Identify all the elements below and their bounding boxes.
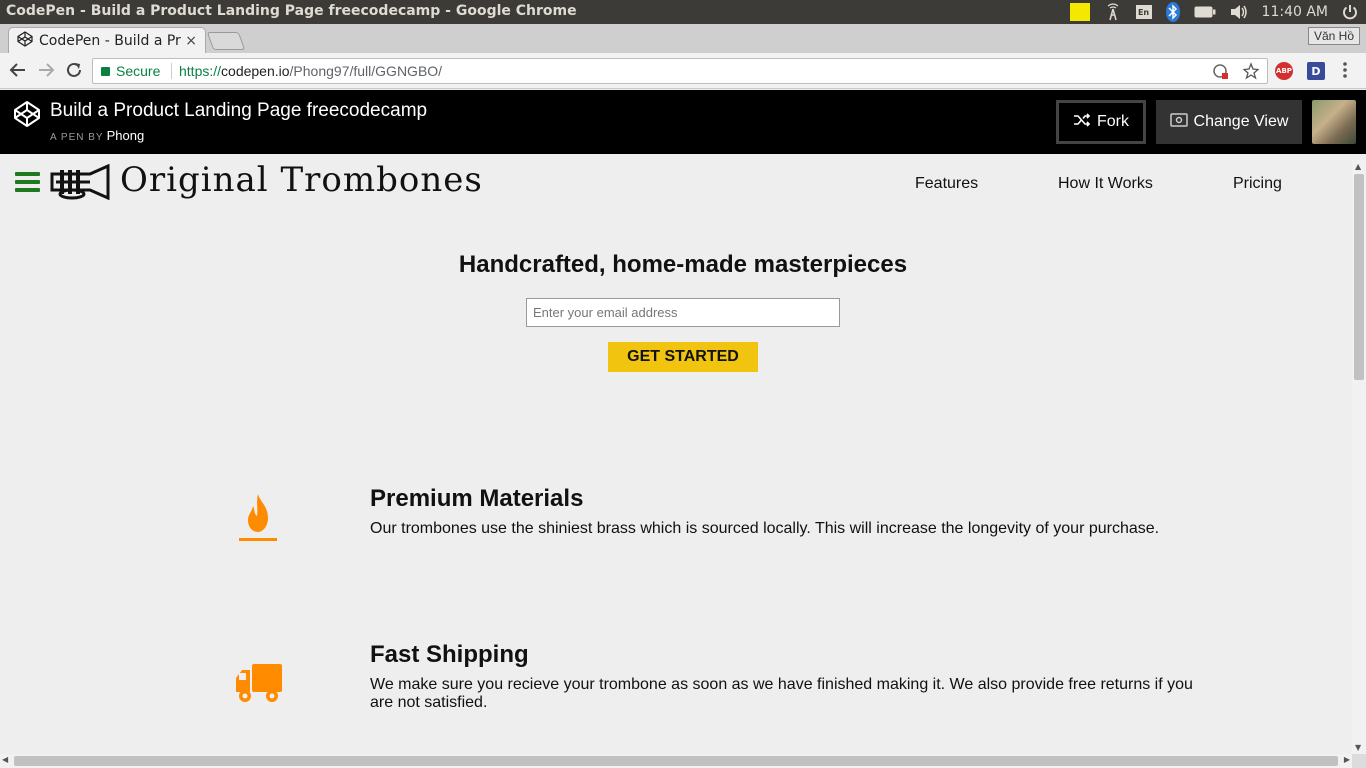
system-tray: En 11:40 AM <box>1069 0 1358 24</box>
nav-link-pricing[interactable]: Pricing <box>1233 175 1282 193</box>
profile-button[interactable]: Văn Hồ <box>1307 27 1360 45</box>
clock[interactable]: 11:40 AM <box>1262 4 1328 20</box>
tab-title: CodePen - Build a Pr <box>39 32 181 49</box>
get-started-button[interactable]: GET STARTED <box>608 342 758 372</box>
bookmark-star-icon[interactable] <box>1242 59 1260 90</box>
pen-author-link[interactable]: Phong <box>107 128 145 143</box>
secure-indicator[interactable]: Secure <box>101 59 160 83</box>
pen-title: Build a Product Landing Page freecodecam… <box>50 100 428 121</box>
reload-icon[interactable] <box>64 61 84 81</box>
network-icon[interactable] <box>1104 3 1122 21</box>
new-tab-button[interactable] <box>206 32 246 50</box>
vertical-scrollbar[interactable]: ▲ ▼ <box>1352 160 1366 754</box>
site-navbar: Original Trombones Features How It Works… <box>0 160 1352 206</box>
scroll-left-icon[interactable]: ◀ <box>2 755 8 764</box>
power-icon[interactable] <box>1342 4 1358 20</box>
d-extension-icon[interactable]: D <box>1307 62 1325 80</box>
browser-menu-icon[interactable] <box>1342 61 1348 84</box>
scroll-up-icon[interactable]: ▲ <box>1355 162 1361 171</box>
feature-description: We make sure you recieve your trombone a… <box>370 676 1193 711</box>
browser-tab[interactable]: CodePen - Build a Pr × <box>8 27 206 53</box>
secure-label: Secure <box>116 63 161 79</box>
horizontal-scroll-thumb[interactable] <box>14 756 1338 766</box>
url-path: /Phong97/full/GGNGBO/ <box>289 63 443 79</box>
fork-button[interactable]: Fork <box>1056 100 1146 144</box>
brand-name: Original Trombones <box>120 160 483 200</box>
email-input[interactable] <box>526 298 840 327</box>
change-view-button[interactable]: Change View <box>1156 100 1302 144</box>
window-title: CodePen - Build a Product Landing Page f… <box>6 3 577 19</box>
forward-icon[interactable] <box>36 61 56 81</box>
fire-icon <box>238 492 278 546</box>
lock-icon <box>101 67 110 76</box>
battery-icon[interactable] <box>1194 6 1216 18</box>
translate-icon[interactable] <box>1213 59 1229 90</box>
codepen-logo-icon[interactable] <box>13 100 41 128</box>
trumpet-logo-icon <box>50 163 110 201</box>
omnibox-actions <box>1213 59 1260 90</box>
truck-icon <box>236 664 284 708</box>
url-text: https://codepen.io/Phong97/full/GGNGBO/ <box>179 59 442 83</box>
change-view-label: Change View <box>1193 113 1289 130</box>
fork-label: Fork <box>1097 113 1129 130</box>
bluetooth-icon[interactable] <box>1165 2 1180 22</box>
feature-title: Fast Shipping <box>370 641 529 668</box>
url-separator <box>171 63 172 79</box>
hamburger-menu-icon[interactable] <box>15 172 40 192</box>
nav-link-how-it-works[interactable]: How It Works <box>1058 175 1153 193</box>
os-title-bar: CodePen - Build a Product Landing Page f… <box>0 0 1366 24</box>
keyboard-layout-indicator[interactable]: En <box>1135 5 1152 19</box>
feature-title: Premium Materials <box>370 485 584 512</box>
landing-page: Original Trombones Features How It Works… <box>0 160 1352 754</box>
horizontal-scrollbar[interactable]: ◀ ▶ <box>0 754 1352 768</box>
fork-icon <box>1073 112 1091 132</box>
volume-icon[interactable] <box>1230 4 1248 20</box>
scrollbar-corner <box>1352 754 1366 768</box>
back-icon[interactable] <box>8 61 28 81</box>
notes-icon[interactable] <box>1069 3 1090 21</box>
user-avatar[interactable] <box>1312 100 1356 144</box>
codepen-favicon-icon <box>17 30 33 51</box>
tab-strip: CodePen - Build a Pr × Văn Hồ <box>0 24 1366 53</box>
scroll-right-icon[interactable]: ▶ <box>1344 755 1350 764</box>
nav-link-features[interactable]: Features <box>915 175 978 193</box>
pen-by-label: A PEN BY <box>50 132 104 143</box>
url-protocol: https:// <box>179 63 222 79</box>
browser-toolbar: Secure https://codepen.io/Phong97/full/G… <box>0 53 1366 89</box>
address-bar[interactable]: Secure https://codepen.io/Phong97/full/G… <box>92 58 1268 84</box>
codepen-header: Build a Product Landing Page freecodecam… <box>0 90 1366 154</box>
tab-close-icon[interactable]: × <box>185 33 197 49</box>
url-host: codepen.io <box>221 63 290 79</box>
scroll-down-icon[interactable]: ▼ <box>1355 743 1361 752</box>
feature-description: Our trombones use the shiniest brass whi… <box>370 520 1160 537</box>
eye-icon <box>1169 112 1188 132</box>
hero-title: Handcrafted, home-made masterpieces <box>458 251 908 278</box>
pen-byline: A PEN BY Phong <box>50 128 144 143</box>
vertical-scroll-thumb[interactable] <box>1354 174 1364 380</box>
adblock-extension-icon[interactable]: ABP <box>1275 62 1293 80</box>
